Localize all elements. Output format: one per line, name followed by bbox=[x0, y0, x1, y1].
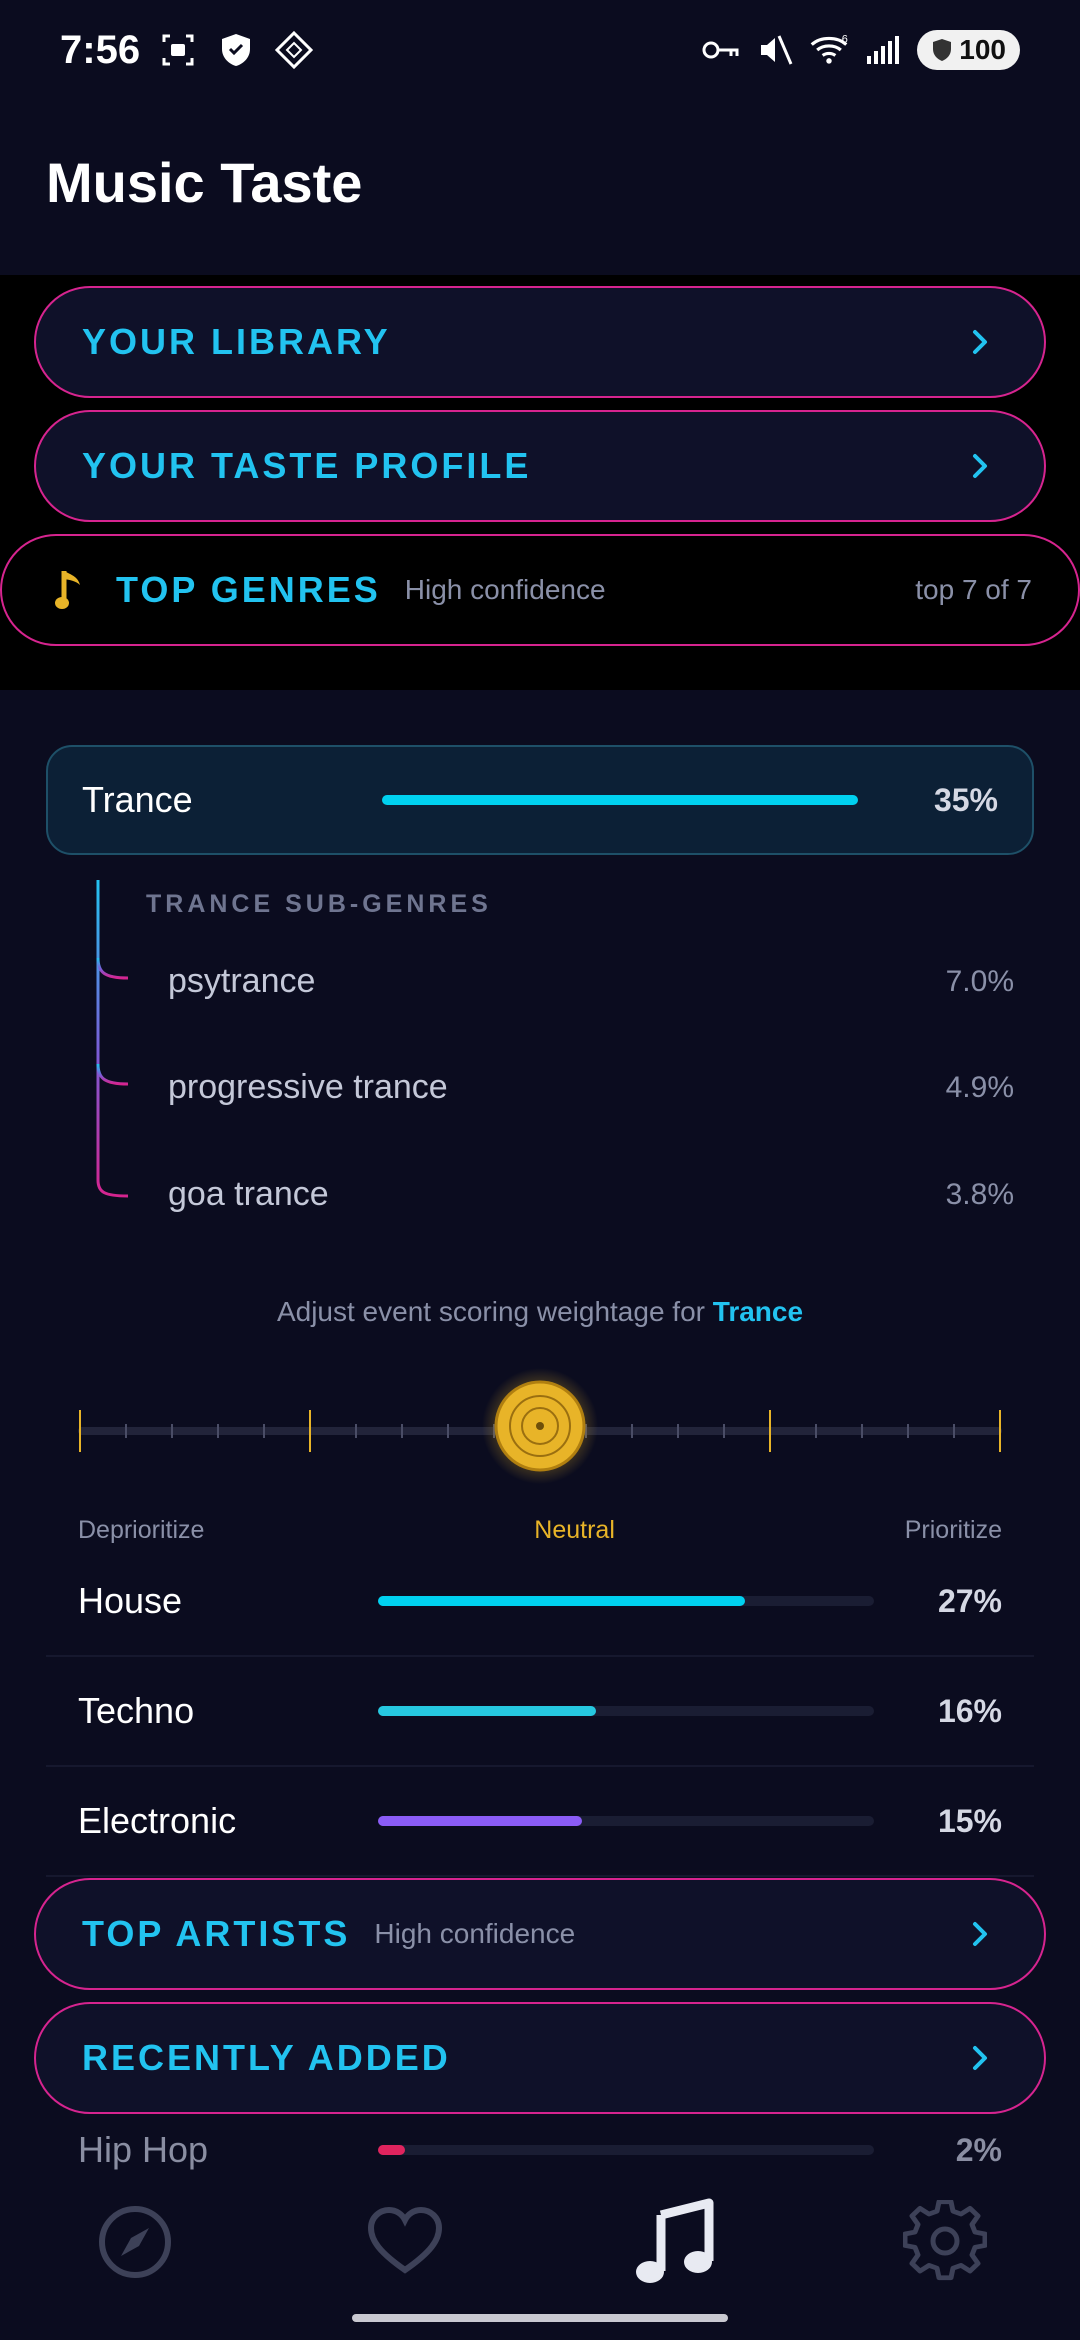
wifi-badge: 6 bbox=[842, 34, 848, 46]
slider-label-prioritize: Prioritize bbox=[904, 1516, 1002, 1544]
subgenre-name: psytrance bbox=[168, 962, 316, 1000]
slider-labels: Deprioritize Neutral Prioritize bbox=[78, 1516, 1002, 1545]
genre-share-fill bbox=[378, 1706, 596, 1716]
genre-percent: 16% bbox=[937, 1692, 1002, 1729]
wifi-icon: 6 bbox=[809, 30, 849, 70]
screenshot-icon bbox=[158, 30, 198, 70]
settings-icon bbox=[903, 2200, 987, 2281]
subgenre-row[interactable]: goa trance 3.8% bbox=[168, 1175, 1014, 1214]
weightage-prefix: Adjust event scoring weightage for bbox=[276, 1296, 713, 1327]
chevron-right-icon bbox=[962, 448, 998, 484]
battery-indicator: 100 bbox=[917, 30, 1020, 70]
top-genres-confidence: High confidence bbox=[404, 574, 606, 605]
signal-icon bbox=[863, 30, 903, 70]
genre-row[interactable]: House 27% bbox=[46, 1547, 1034, 1657]
genre-row[interactable]: Techno 16% bbox=[46, 1657, 1034, 1767]
genre-name: Techno bbox=[78, 1690, 195, 1731]
top-genres-label: TOP GENRES bbox=[116, 569, 381, 610]
top-genres-count: top 7 of 7 bbox=[915, 574, 1032, 605]
your-taste-profile-label: YOUR TASTE PROFILE bbox=[82, 445, 532, 486]
genre-percent: 2% bbox=[955, 2131, 1002, 2168]
top-genres-header[interactable]: TOP GENRES High confidence top 7 of 7 bbox=[0, 534, 1080, 646]
battery-level: 100 bbox=[959, 34, 1006, 65]
genre-share-fill bbox=[378, 1596, 746, 1606]
subgenre-row[interactable]: progressive trance 4.9% bbox=[168, 1068, 1014, 1107]
genre-name: Electronic bbox=[78, 1800, 237, 1841]
slider-knob[interactable] bbox=[480, 1366, 600, 1486]
your-taste-profile-button[interactable]: YOUR TASTE PROFILE bbox=[34, 410, 1046, 522]
genre-share-bar bbox=[378, 1706, 874, 1716]
subgenre-name: goa trance bbox=[168, 1175, 329, 1213]
genre-share-fill bbox=[378, 2145, 406, 2155]
nav-favorites[interactable] bbox=[345, 2182, 465, 2302]
genre-percent: 27% bbox=[937, 1582, 1002, 1619]
chevron-right-icon bbox=[962, 1916, 998, 1952]
genre-share-bar bbox=[378, 2145, 874, 2155]
home-indicator bbox=[352, 2314, 728, 2322]
diamond-grid-icon bbox=[274, 30, 314, 70]
weightage-genre: Trance bbox=[712, 1296, 804, 1327]
compass-icon bbox=[99, 2206, 171, 2278]
recently-added-label: RECENTLY ADDED bbox=[82, 2037, 451, 2078]
subgenre-name: progressive trance bbox=[168, 1068, 448, 1106]
vpn-key-icon bbox=[701, 30, 741, 70]
heart-icon bbox=[367, 2206, 443, 2274]
chevron-right-icon bbox=[962, 2040, 998, 2076]
genre-row-selected[interactable]: Trance 35% bbox=[46, 745, 1034, 855]
shield-icon bbox=[216, 30, 256, 70]
status-time: 7:56 bbox=[60, 27, 141, 72]
top-artists-button[interactable]: TOP ARTISTS High confidence bbox=[34, 1878, 1046, 1990]
genre-name: Trance bbox=[82, 779, 193, 820]
genre-row-partial[interactable]: Hip Hop 2% bbox=[46, 2115, 1034, 2185]
your-library-label: YOUR LIBRARY bbox=[82, 321, 391, 362]
top-artists-label: TOP ARTISTS bbox=[82, 1913, 351, 1954]
genre-percent: 35% bbox=[933, 781, 998, 818]
subgenre-percent: 3.8% bbox=[945, 1177, 1014, 1211]
mute-icon bbox=[755, 30, 795, 70]
music-note-icon bbox=[636, 2198, 714, 2283]
chevron-right-icon bbox=[962, 324, 998, 360]
genre-share-fill bbox=[382, 795, 859, 805]
genre-row[interactable]: Electronic 15% bbox=[46, 1767, 1034, 1877]
genre-share-bar bbox=[378, 1596, 874, 1606]
subgenres-title: TRANCE SUB-GENRES bbox=[146, 890, 492, 918]
weightage-instruction: Adjust event scoring weightage for Tranc… bbox=[0, 1296, 1080, 1328]
subgenre-percent: 4.9% bbox=[945, 1070, 1014, 1104]
genre-percent: 15% bbox=[937, 1802, 1002, 1839]
nav-music-taste[interactable] bbox=[615, 2182, 735, 2302]
top-artists-confidence: High confidence bbox=[374, 1918, 576, 1949]
slider-label-deprioritize: Deprioritize bbox=[78, 1516, 205, 1544]
genre-share-fill bbox=[378, 1816, 583, 1826]
music-note-icon bbox=[54, 567, 94, 613]
slider-label-neutral: Neutral bbox=[534, 1516, 615, 1544]
status-bar: 7:56 6 100 bbox=[0, 0, 1080, 100]
subgenre-row[interactable]: psytrance 7.0% bbox=[168, 962, 1014, 1001]
nav-explore[interactable] bbox=[75, 2182, 195, 2302]
genre-share-bar bbox=[378, 1816, 874, 1826]
subgenre-tree-connector bbox=[96, 880, 129, 1198]
genre-share-bar bbox=[382, 795, 878, 805]
your-library-button[interactable]: YOUR LIBRARY bbox=[34, 286, 1046, 398]
page-title: Music Taste bbox=[46, 151, 363, 214]
nav-settings[interactable] bbox=[885, 2182, 1005, 2302]
genre-name: House bbox=[78, 1580, 183, 1621]
battery-shield-icon bbox=[933, 39, 952, 61]
subgenre-percent: 7.0% bbox=[945, 964, 1014, 998]
recently-added-button[interactable]: RECENTLY ADDED bbox=[34, 2002, 1046, 2114]
genre-name: Hip Hop bbox=[78, 2129, 209, 2170]
